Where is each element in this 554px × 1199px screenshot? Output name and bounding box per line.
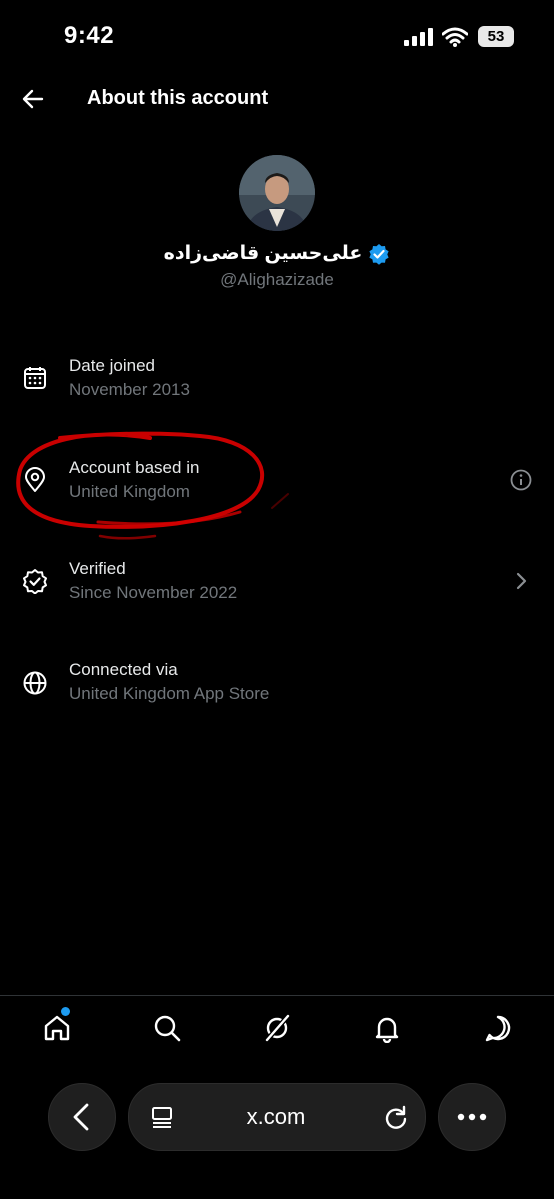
verified-outline-icon — [23, 569, 47, 594]
more-dots-icon — [457, 1113, 487, 1121]
notification-dot — [61, 1007, 70, 1016]
back-arrow-icon[interactable] — [20, 86, 46, 112]
more-button[interactable] — [438, 1083, 506, 1151]
location-pin-icon — [25, 467, 45, 492]
name-row: علی‌حسین قاضی‌زاده — [0, 242, 554, 265]
battery-indicator: 53 — [478, 26, 514, 47]
url-text[interactable]: x.com — [128, 1104, 424, 1130]
display-name: علی‌حسین قاضی‌زاده — [163, 243, 363, 264]
calendar-icon — [24, 367, 46, 389]
search-icon[interactable] — [152, 1013, 182, 1043]
date-joined-value: November 2013 — [69, 380, 190, 399]
red-circle-annotation — [16, 431, 289, 540]
tab-bar-divider — [0, 995, 554, 996]
grok-icon[interactable] — [262, 1013, 292, 1043]
signal-bars-icon — [404, 28, 433, 46]
messages-icon[interactable] — [483, 1013, 513, 1043]
chevron-right-icon[interactable] — [514, 572, 530, 590]
verified-badge-icon[interactable] — [368, 243, 390, 265]
connected-via-value: United Kingdom App Store — [69, 684, 270, 703]
verified-label: Verified — [69, 559, 126, 578]
info-icon[interactable] — [510, 469, 532, 491]
date-joined-label: Date joined — [69, 356, 156, 375]
page-title: About this account — [87, 87, 269, 109]
user-handle: @Alighazizade — [220, 270, 334, 289]
browser-back-icon — [73, 1103, 89, 1131]
wifi-icon — [442, 27, 468, 47]
connected-via-label: Connected via — [69, 660, 178, 679]
browser-back-button[interactable] — [48, 1083, 116, 1151]
avatar-image — [239, 155, 315, 231]
account-based-in-label: Account based in — [69, 458, 200, 477]
account-based-in-value: United Kingdom — [69, 482, 190, 501]
home-icon[interactable] — [42, 1013, 72, 1043]
verified-value: Since November 2022 — [69, 583, 238, 602]
notifications-icon[interactable] — [372, 1013, 402, 1043]
avatar[interactable] — [239, 155, 315, 231]
globe-icon — [23, 671, 47, 695]
status-time: 9:42 — [64, 22, 115, 49]
